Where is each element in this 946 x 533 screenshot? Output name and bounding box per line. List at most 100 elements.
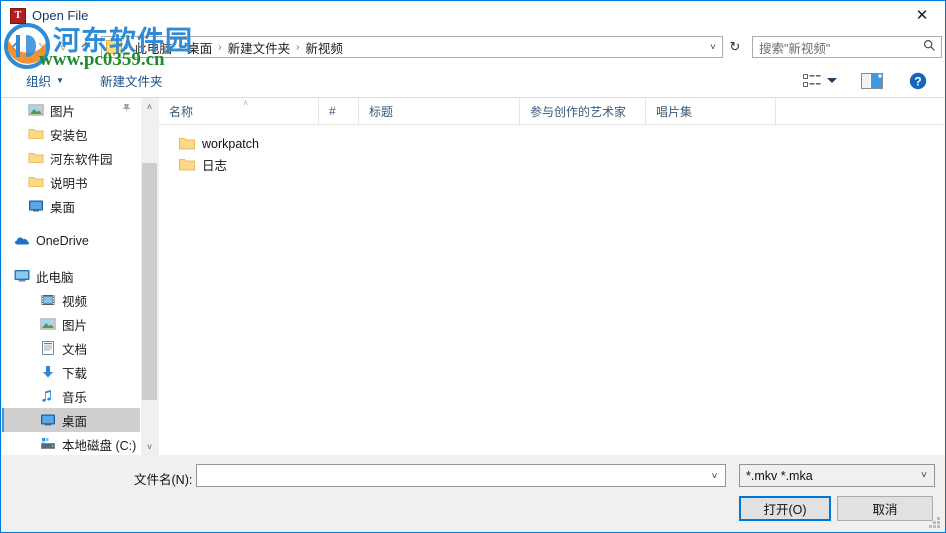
forward-icon[interactable] — [27, 34, 53, 60]
list-item[interactable]: 日志 — [159, 154, 945, 175]
refresh-icon[interactable]: ↻ — [723, 36, 747, 58]
breadcrumb-item-0[interactable]: 此电脑 — [129, 38, 177, 57]
filename-input[interactable]: ˅ — [196, 464, 726, 487]
folder-icon — [28, 150, 44, 166]
help-icon[interactable]: ? — [909, 72, 927, 90]
sort-ascending-icon: ˄ — [243, 98, 249, 108]
sidebar-item-this-pc[interactable]: 此电脑 — [2, 264, 140, 288]
chevron-down-icon[interactable]: ˅ — [704, 37, 722, 57]
sidebar-item-pictures-quick[interactable]: 图片 — [2, 98, 140, 122]
column-header-title[interactable]: 标题 — [359, 98, 520, 124]
sidebar-divider — [2, 218, 140, 229]
sidebar-divider — [2, 253, 140, 264]
sidebar-item-label: 本地磁盘 (C:) — [62, 438, 137, 453]
sidebar-item-onedrive[interactable]: OneDrive — [2, 229, 140, 253]
sidebar-item-label: 桌面 — [62, 414, 88, 429]
close-icon[interactable]: ✕ — [899, 1, 945, 29]
folder-icon — [179, 158, 195, 171]
file-type-filter-select[interactable]: *.mkv *.mka ˅ — [739, 464, 935, 487]
toolbar: 组织 ▼ 新建文件夹 ? — [1, 64, 945, 98]
open-button[interactable]: 打开(O) — [739, 496, 831, 521]
column-label: 标题 — [369, 104, 394, 119]
breadcrumb-item-2[interactable]: 新建文件夹 — [223, 38, 296, 57]
view-options-icon[interactable] — [803, 73, 821, 88]
desktop-icon — [28, 198, 44, 214]
sidebar-item-local-disk-c[interactable]: 本地磁盘 (C:) — [2, 432, 140, 455]
sidebar-item-manual[interactable]: 说明书 — [2, 170, 140, 194]
search-icon — [923, 39, 936, 55]
sidebar-item-videos[interactable]: 视频 — [2, 288, 140, 312]
toolbar-right-group: ? — [793, 64, 937, 97]
sidebar-item-downloads[interactable]: 下载 — [2, 360, 140, 384]
list-item[interactable]: workpatch — [159, 133, 945, 154]
music-icon — [40, 388, 56, 404]
resize-grip[interactable] — [929, 517, 941, 529]
file-rows: workpatch 日志 — [159, 125, 945, 175]
address-breadcrumb-bar[interactable]: › 此电脑 › 桌面 › 新建文件夹 › 新视频 ˅ — [101, 36, 723, 58]
downloads-icon — [40, 364, 56, 380]
scroll-down-icon[interactable]: ˅ — [141, 438, 158, 455]
sidebar-item-label: 安装包 — [50, 128, 88, 143]
chevron-down-icon[interactable]: ˅ — [705, 466, 724, 487]
up-one-level-icon[interactable] — [73, 34, 99, 60]
column-label: # — [329, 104, 336, 118]
column-header-album[interactable]: 唱片集 — [646, 98, 776, 124]
file-list-pane: 名称 ˄ # 标题 参与创作的艺术家 唱片集 workpatch 日志 — [159, 98, 945, 455]
filter-value: *.mkv *.mka — [746, 468, 813, 483]
title-bar[interactable]: T Open File ✕ — [1, 1, 945, 30]
sidebar-item-label: 说明书 — [50, 176, 88, 191]
column-header-contributing-artists[interactable]: 参与创作的艺术家 — [520, 98, 646, 124]
sidebar-item-hedong[interactable]: 河东软件园 — [2, 146, 140, 170]
pictures-icon — [40, 316, 56, 332]
sidebar-item-music[interactable]: 音乐 — [2, 384, 140, 408]
sidebar-item-desktop[interactable]: 桌面 — [2, 408, 140, 432]
column-label: 参与创作的艺术家 — [530, 104, 627, 119]
open-file-dialog: T Open File ✕ ˅ › 此电脑 › 桌面 › 新建文件夹 › 新视频… — [0, 0, 946, 533]
chevron-down-icon: ˅ — [921, 470, 927, 481]
sidebar-item-label: 图片 — [62, 318, 88, 333]
filename-label: 文件名(N): — [134, 473, 193, 487]
documents-icon — [40, 340, 56, 356]
sidebar-item-label: 下载 — [62, 366, 88, 381]
sidebar-item-label: 文档 — [62, 342, 88, 357]
file-name: 日志 — [202, 159, 228, 173]
breadcrumb-item-3[interactable]: 新视频 — [300, 38, 348, 57]
breadcrumb-item-1[interactable]: 桌面 — [182, 38, 217, 57]
computer-icon — [14, 268, 30, 284]
sidebar-scrollbar[interactable]: ˄ ˅ — [140, 98, 158, 455]
folder-icon — [28, 174, 44, 190]
back-icon[interactable] — [1, 34, 27, 60]
window-title: Open File — [32, 8, 89, 23]
svg-text:?: ? — [914, 74, 921, 88]
preview-pane-icon[interactable] — [861, 72, 883, 89]
sidebar-item-pictures[interactable]: 图片 — [2, 312, 140, 336]
view-dropdown-caret-icon[interactable] — [827, 77, 837, 84]
recent-locations-icon[interactable]: ˅ — [53, 34, 73, 60]
column-header-name[interactable]: 名称 — [159, 98, 319, 124]
sidebar-item-label: 河东软件园 — [50, 152, 113, 167]
sidebar-item-desktop-quick[interactable]: 桌面 — [2, 194, 140, 218]
column-header-number[interactable]: # — [319, 98, 359, 124]
column-label: 名称 — [169, 104, 194, 119]
organize-button[interactable]: 组织 ▼ — [17, 68, 73, 93]
cancel-button[interactable]: 取消 — [837, 496, 933, 521]
column-label: 唱片集 — [656, 104, 693, 119]
sidebar-item-installers[interactable]: 安装包 — [2, 122, 140, 146]
onedrive-cloud-icon — [14, 233, 30, 249]
sidebar-item-documents[interactable]: 文档 — [2, 336, 140, 360]
scrollbar-thumb[interactable] — [142, 163, 157, 400]
desktop-icon — [40, 412, 56, 428]
scroll-up-icon[interactable]: ˄ — [141, 98, 158, 115]
videos-icon — [40, 292, 56, 308]
drive-icon — [40, 436, 56, 452]
organize-label: 组织 — [26, 75, 52, 89]
app-icon: T — [10, 7, 26, 24]
sidebar-item-label: 视频 — [62, 294, 88, 309]
search-input[interactable]: 搜索"新视频" — [752, 36, 942, 58]
folder-icon — [106, 40, 122, 54]
column-header-row: 名称 ˄ # 标题 参与创作的艺术家 唱片集 — [159, 98, 945, 125]
folder-icon — [179, 137, 195, 150]
navigation-sidebar[interactable]: 图片 安装包 河东软件园 说明书 桌面 OneDrive 此电脑 视频 图片 文… — [2, 98, 140, 455]
new-folder-button[interactable]: 新建文件夹 — [91, 68, 172, 93]
pin-icon[interactable] — [121, 103, 132, 117]
